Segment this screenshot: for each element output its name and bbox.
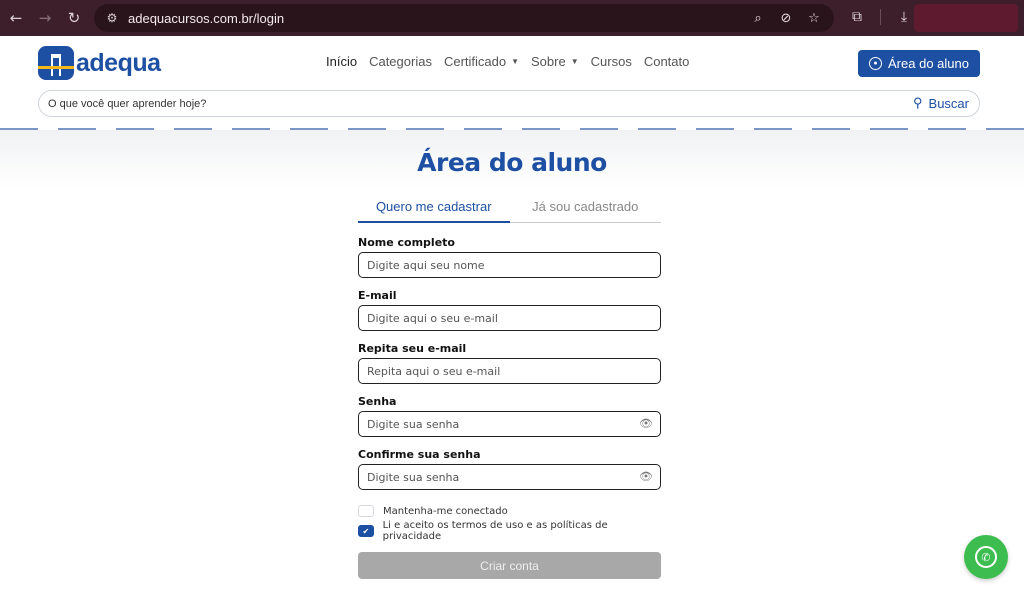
extensions-icon[interactable]: ⧉: [846, 6, 868, 28]
nav-sobre[interactable]: Sobre ▼: [531, 54, 579, 69]
name-field[interactable]: [367, 258, 627, 272]
user-circle-icon: ●: [869, 57, 883, 70]
download-icon[interactable]: ⤓: [893, 6, 915, 28]
site-settings-icon[interactable]: ⚙: [102, 8, 122, 28]
nav-inicio[interactable]: Início: [326, 54, 357, 69]
password-label: Senha: [358, 395, 397, 408]
toolbar-separator: [880, 9, 881, 25]
remember-me-checkbox[interactable]: [358, 505, 374, 517]
lighthouse-logo-icon: [38, 46, 74, 80]
forward-icon[interactable]: →: [32, 5, 58, 31]
confirm-email-field-wrapper: [358, 358, 661, 384]
remember-me-row: Mantenha-me conectado: [358, 501, 661, 521]
auth-tabs: Quero me cadastrar Já sou cadastrado: [358, 196, 661, 223]
whatsapp-icon: ✆: [975, 546, 997, 568]
url-text[interactable]: adequacursos.com.br/login: [128, 11, 284, 26]
logo-text: adequa: [76, 48, 161, 77]
tab-register[interactable]: Quero me cadastrar: [358, 196, 510, 223]
main-nav: Início Categorias Certificado ▼ Sobre ▼ Cu…: [326, 54, 689, 69]
terms-row: ✔ Li e aceito os termos de uso e as polí…: [358, 520, 661, 542]
browser-actions: ⧉ ⤓: [846, 6, 915, 28]
back-icon[interactable]: ←: [3, 5, 29, 31]
reload-icon[interactable]: ↻: [61, 5, 87, 31]
create-account-button[interactable]: Criar conta: [358, 552, 661, 579]
caret-down-icon: ▼: [570, 57, 579, 66]
email-label: E-mail: [358, 289, 397, 302]
confirm-password-label: Confirme sua senha: [358, 448, 481, 461]
confirm-password-field-wrapper: 👁: [358, 464, 661, 490]
header-divider: [0, 128, 1024, 130]
eye-off-icon[interactable]: ⊘: [776, 8, 796, 28]
nav-contato[interactable]: Contato: [644, 54, 690, 69]
nav-certificado[interactable]: Certificado ▼: [444, 54, 519, 69]
search-icon: ⚲: [913, 95, 923, 110]
remember-me-label: Mantenha-me conectado: [383, 505, 508, 517]
name-field-wrapper: [358, 252, 661, 278]
site-logo[interactable]: adequa: [38, 46, 161, 80]
site-header: adequa Início Categorias Certificado ▼ So…: [0, 36, 1024, 130]
whatsapp-button[interactable]: ✆: [964, 535, 1008, 579]
terms-checkbox[interactable]: ✔: [358, 525, 374, 537]
confirm-email-label: Repita seu e-mail: [358, 342, 467, 355]
password-field-wrapper: 👁: [358, 411, 661, 437]
password-field[interactable]: [367, 417, 627, 431]
terms-label: Li e aceito os termos de uso e as políti…: [382, 520, 608, 542]
show-password-eye-icon[interactable]: 👁: [639, 470, 653, 483]
page-title: Área do aluno: [417, 148, 607, 177]
course-search: ⚲ Buscar: [38, 90, 980, 117]
search-button[interactable]: ⚲ Buscar: [913, 95, 969, 111]
email-field-wrapper: [358, 305, 661, 331]
nav-cursos[interactable]: Cursos: [591, 54, 632, 69]
zoom-icon[interactable]: ⌕: [748, 8, 768, 28]
email-field[interactable]: [367, 311, 627, 325]
name-label: Nome completo: [358, 236, 455, 249]
area-do-aluno-button[interactable]: ● Área do aluno: [858, 50, 980, 77]
nav-categorias[interactable]: Categorias: [369, 54, 432, 69]
bookmark-star-icon[interactable]: ☆: [804, 8, 824, 28]
browser-toolbar: ← → ↻ ⚙ adequacursos.com.br/login ⌕ ⊘ ☆ …: [0, 0, 1024, 36]
confirm-email-field[interactable]: [367, 364, 627, 378]
address-bar[interactable]: ⚙ adequacursos.com.br/login ⌕ ⊘ ☆: [94, 4, 834, 32]
tab-login[interactable]: Já sou cadastrado: [510, 196, 662, 222]
search-input[interactable]: [48, 97, 868, 110]
show-password-eye-icon[interactable]: 👁: [639, 417, 653, 430]
caret-down-icon: ▼: [511, 57, 520, 66]
address-bar-actions: ⌕ ⊘ ☆: [748, 8, 824, 28]
confirm-password-field[interactable]: [367, 470, 627, 484]
register-form: Nome completo E-mail Repita seu e-mail S…: [358, 236, 661, 579]
profile-button[interactable]: [914, 4, 1018, 32]
